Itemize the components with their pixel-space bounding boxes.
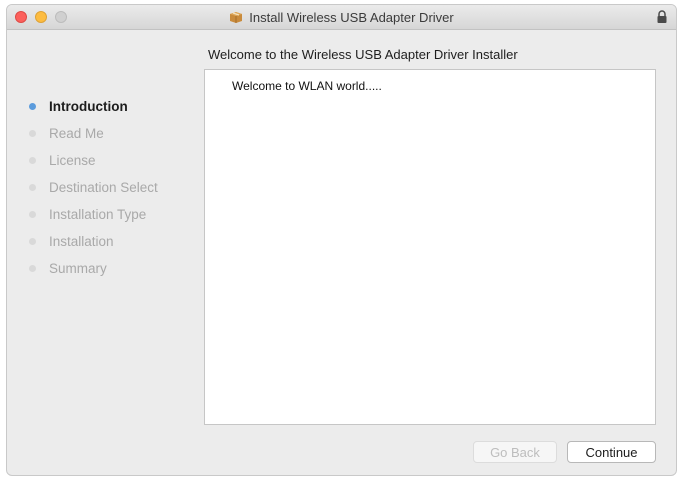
installer-window: Install Wireless USB Adapter Driver Welc… (6, 4, 677, 476)
step-read-me: Read Me (27, 120, 158, 147)
content-panel[interactable]: Welcome to WLAN world..... (204, 69, 656, 425)
step-indicator-dot (29, 184, 36, 191)
step-indicator-dot (29, 157, 36, 164)
continue-button[interactable]: Continue (567, 441, 656, 463)
step-label: Introduction (49, 99, 128, 114)
window-title-group: Install Wireless USB Adapter Driver (7, 5, 676, 29)
step-label: License (49, 153, 96, 168)
step-indicator-dot (29, 103, 36, 110)
step-summary: Summary (27, 255, 158, 282)
step-label: Installation Type (49, 207, 147, 222)
step-label: Installation (49, 234, 114, 249)
step-label: Read Me (49, 126, 104, 141)
page-heading: Welcome to the Wireless USB Adapter Driv… (208, 47, 518, 62)
window-title: Install Wireless USB Adapter Driver (249, 9, 454, 25)
step-indicator-dot (29, 265, 36, 272)
step-installation-type: Installation Type (27, 201, 158, 228)
package-icon (230, 12, 243, 23)
step-indicator-dot (29, 130, 36, 137)
title-bar: Install Wireless USB Adapter Driver (7, 5, 676, 30)
go-back-button[interactable]: Go Back (473, 441, 557, 463)
step-introduction: Introduction (27, 93, 158, 120)
step-license: License (27, 147, 158, 174)
installer-steps-list: Introduction Read Me License Destination… (27, 93, 158, 282)
step-indicator-dot (29, 238, 36, 245)
step-destination-select: Destination Select (27, 174, 158, 201)
step-installation: Installation (27, 228, 158, 255)
lock-icon (657, 10, 667, 23)
welcome-message: Welcome to WLAN world..... (232, 79, 382, 93)
step-label: Summary (49, 261, 107, 276)
step-indicator-dot (29, 211, 36, 218)
step-label: Destination Select (49, 180, 158, 195)
